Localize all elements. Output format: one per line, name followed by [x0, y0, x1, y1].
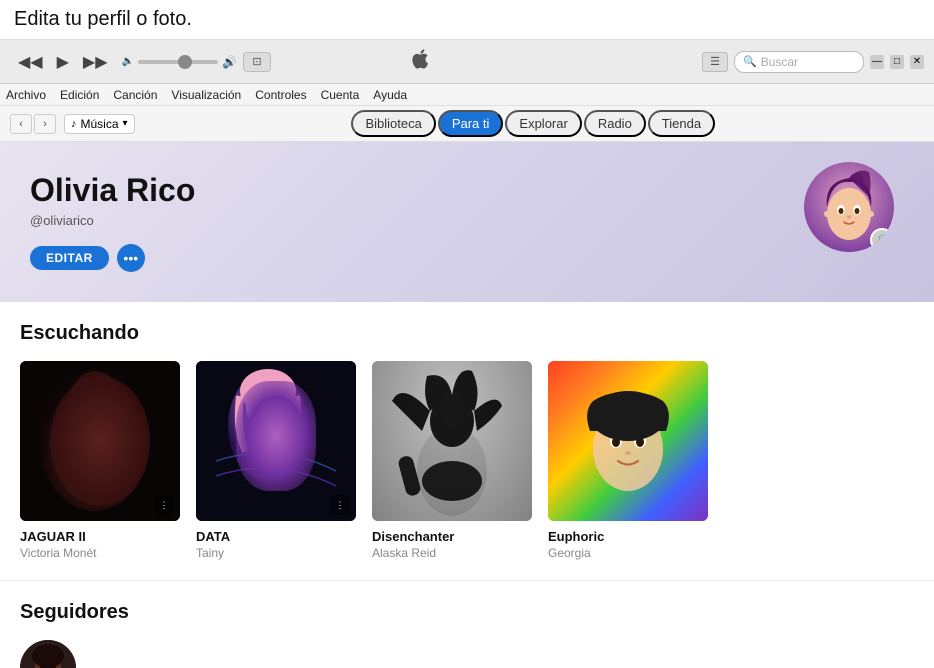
media-type-label: Música: [81, 117, 119, 131]
media-type-selector[interactable]: ♪ Música ▾: [64, 114, 135, 134]
list-view-icon: ☰: [710, 55, 720, 68]
album-title: JAGUAR II: [20, 529, 180, 544]
tooltip-banner: Edita tu perfil o foto.: [0, 0, 934, 40]
nav-forward-icon: ›: [43, 118, 47, 130]
tab-para-ti[interactable]: Para ti: [438, 110, 504, 137]
album-artist: Georgia: [548, 546, 708, 560]
apple-logo: [411, 49, 429, 74]
title-bar: ◀◀ ▶ ▶▶ 🔈 🔊 ⊡ ☰ 🔍 Buscar: [0, 40, 934, 84]
music-note-icon: ♪: [71, 118, 77, 130]
minimize-icon: —: [872, 56, 882, 67]
list-view-button[interactable]: ☰: [702, 52, 728, 72]
restore-button[interactable]: □: [890, 55, 904, 69]
search-placeholder: Buscar: [761, 55, 798, 69]
album-cover-euphoric: [548, 361, 708, 521]
album-artist: Alaska Reid: [372, 546, 532, 560]
minimize-button[interactable]: —: [870, 55, 884, 69]
volume-high-icon: 🔊: [222, 55, 237, 69]
album-title: Disenchanter: [372, 529, 532, 544]
album-menu-icon[interactable]: ⋮: [330, 495, 350, 515]
nav-back-icon: ‹: [19, 118, 23, 130]
menu-cancion[interactable]: Canción: [113, 88, 157, 102]
volume-track[interactable]: [138, 60, 218, 64]
profile-avatar[interactable]: 🔒: [804, 162, 894, 252]
listening-section: Escuchando: [0, 302, 934, 580]
itunes-window: ◀◀ ▶ ▶▶ 🔈 🔊 ⊡ ☰ 🔍 Buscar: [0, 40, 934, 668]
followers-section: Seguidores: [0, 580, 934, 668]
nav-forward-button[interactable]: ›: [34, 114, 56, 134]
menu-edicion[interactable]: Edición: [60, 88, 99, 102]
close-icon: ✕: [913, 56, 921, 67]
album-item[interactable]: Disenchanter Alaska Reid: [372, 361, 532, 560]
album-menu-icon[interactable]: ⋮: [154, 495, 174, 515]
album-cover-jaguar: ⋮: [20, 361, 180, 521]
profile-actions: EDITAR •••: [30, 244, 904, 272]
avatar-lock-icon: 🔒: [870, 228, 894, 252]
menu-bar: Archivo Edición Canción Visualización Co…: [0, 84, 934, 106]
listening-section-title: Escuchando: [20, 322, 914, 345]
close-button[interactable]: ✕: [910, 55, 924, 69]
menu-controles[interactable]: Controles: [255, 88, 306, 102]
tab-radio[interactable]: Radio: [584, 110, 646, 137]
album-item[interactable]: Euphoric Georgia: [548, 361, 708, 560]
title-bar-right: ☰ 🔍 Buscar — □ ✕: [702, 51, 924, 73]
content-area[interactable]: Olivia Rico @oliviarico EDITAR •••: [0, 142, 934, 668]
search-icon: 🔍: [743, 55, 757, 68]
album-item[interactable]: ⋮ DATA Tainy: [196, 361, 356, 560]
menu-archivo[interactable]: Archivo: [6, 88, 46, 102]
back-button[interactable]: ◀◀: [14, 50, 47, 74]
restore-icon: □: [894, 56, 900, 67]
volume-thumb[interactable]: [178, 55, 192, 69]
album-item[interactable]: ⋮ JAGUAR II Victoria Monét: [20, 361, 180, 560]
album-title: DATA: [196, 529, 356, 544]
followers-section-title: Seguidores: [20, 601, 914, 624]
edit-profile-button[interactable]: EDITAR: [30, 246, 109, 270]
follower-avatar[interactable]: [20, 640, 76, 668]
album-cover-disenchanter: [372, 361, 532, 521]
airplay-icon: ⊡: [252, 55, 261, 68]
tooltip-text: Edita tu perfil o foto.: [14, 8, 192, 30]
profile-section: Olivia Rico @oliviarico EDITAR •••: [0, 142, 934, 302]
media-type-chevron-icon: ▾: [123, 118, 128, 129]
nav-arrows: ‹ ›: [10, 114, 56, 134]
nav-bar: ‹ › ♪ Música ▾ Biblioteca Para ti Explor…: [0, 106, 934, 142]
airplay-button[interactable]: ⊡: [243, 52, 271, 72]
profile-name: Olivia Rico: [30, 172, 904, 209]
play-button[interactable]: ▶: [53, 50, 73, 74]
nav-tabs: Biblioteca Para ti Explorar Radio Tienda: [351, 110, 715, 137]
menu-visualizacion[interactable]: Visualización: [171, 88, 241, 102]
profile-handle: @oliviarico: [30, 213, 904, 228]
tab-biblioteca[interactable]: Biblioteca: [351, 110, 435, 137]
tab-explorar[interactable]: Explorar: [505, 110, 581, 137]
album-artist: Victoria Monét: [20, 546, 180, 560]
album-title: Euphoric: [548, 529, 708, 544]
nav-back-button[interactable]: ‹: [10, 114, 32, 134]
menu-ayuda[interactable]: Ayuda: [373, 88, 407, 102]
album-cover-data: ⋮: [196, 361, 356, 521]
volume-slider[interactable]: 🔈 🔊: [122, 55, 237, 69]
transport-controls: ◀◀ ▶ ▶▶: [14, 50, 112, 74]
ellipsis-icon: •••: [123, 250, 138, 266]
more-options-button[interactable]: •••: [117, 244, 145, 272]
search-box[interactable]: 🔍 Buscar: [734, 51, 864, 73]
album-artist: Tainy: [196, 546, 356, 560]
volume-low-icon: 🔈: [122, 56, 134, 67]
tab-tienda[interactable]: Tienda: [648, 110, 715, 137]
menu-cuenta[interactable]: Cuenta: [321, 88, 360, 102]
albums-grid: ⋮ JAGUAR II Victoria Monét: [20, 361, 914, 560]
forward-button[interactable]: ▶▶: [79, 50, 112, 74]
